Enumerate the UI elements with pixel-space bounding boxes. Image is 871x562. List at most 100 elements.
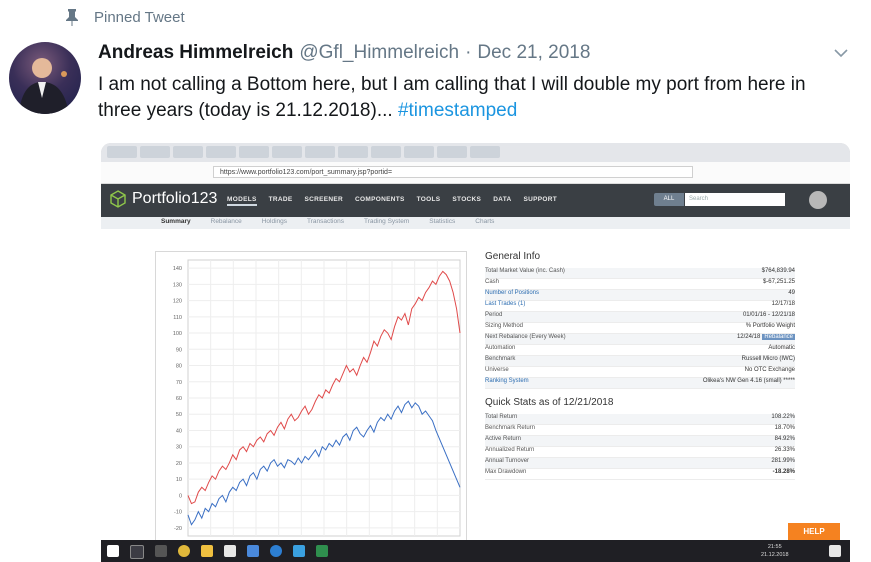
info-value: Russell Micro (IWC) [741,356,795,362]
y-tick-label: 80 [176,364,182,370]
info-key: Ranking System [485,378,529,384]
search-icon [130,545,144,559]
browser-tab [173,146,203,158]
info-row: Sizing Method % Portfolio Weight [485,323,795,334]
general-info-panel: General Info Total Market Value (inc. Ca… [485,249,795,480]
task-view-icon [155,545,167,557]
cube-icon [110,190,126,208]
system-clock: 21:55 21.12.2018 [761,543,789,559]
info-key: Last Trades (1) [485,301,526,307]
main-nav: MODELS TRADE SCREENER COMPONENTS TOOLS S… [227,196,557,206]
clock-date: 21.12.2018 [761,552,789,558]
info-key: Cash [485,279,500,285]
performance-chart-svg: 1401301201101009080706050403020100-10-20 [173,259,461,537]
nav-data: DATA [493,196,512,203]
subtab-summary: Summary [161,218,191,225]
clock-time: 21:55 [767,544,782,550]
y-tick-label: 130 [173,282,182,288]
pinned-label: Pinned Tweet [94,8,185,26]
info-key: Period [485,312,503,318]
attached-screenshot[interactable]: https://www.portfolio123.com/port_summar… [101,143,850,562]
info-value: No OTC Exchange [744,367,795,373]
performance-chart: 140 130 120 110 100 90 80 70 60 50 40 30 20 10 0 -10 -20 [155,251,467,543]
general-info-title: General Info [485,251,541,262]
info-value: % Portfolio Weight [745,323,795,329]
browser-tab [371,146,401,158]
app-name: Portfolio123 [132,190,218,207]
browser-tab [437,146,467,158]
tweet-header: Andreas Himmelreich @Gfl_Himmelreich · D… [98,42,590,64]
subtab-holdings: Holdings [261,218,287,225]
y-tick-label: 70 [176,380,182,386]
info-row: Period 01/01/16 - 12/21/18 [485,312,795,323]
browser-tab [470,146,500,158]
info-row: Universe No OTC Exchange [485,367,795,378]
stats-key: Total Return [485,414,518,420]
tweet-text: I am not calling a Bottom here, but I am… [98,72,828,124]
help-button: HELP [788,523,840,541]
tweet-date[interactable]: Dec 21, 2018 [477,42,590,64]
search-scope: ALL [654,193,684,206]
browser-tab [107,146,137,158]
y-tick-label: 0 [179,493,182,499]
nav-stocks: STOCKS [452,196,482,203]
stats-row: Total Return 108.22% [485,414,795,425]
y-tick-label: 90 [176,347,182,353]
info-value: $764,839.94 [761,268,795,274]
hashtag-link[interactable]: #timestamped [398,100,517,121]
info-row: Cash $-67,251.25 [485,279,795,290]
portfolio123-navbar: Portfolio123 MODELS TRADE SCREENER COMPO… [101,184,850,217]
excel-icon [316,545,328,557]
info-key: Automation [485,345,516,351]
stats-row: Annual Turnover 281.99% [485,458,795,469]
subtab-trading-system: Trading System [363,218,410,225]
info-key: Benchmark [485,356,516,362]
portfolio123-logo: Portfolio123 [109,190,217,208]
info-value: 49 [788,290,795,296]
info-row: Number of Positions 49 [485,290,795,301]
info-row: Ranking System Olikea's NW Gen 4.16 (smal… [485,378,795,389]
stats-row: Annualized Return 26.33% [485,447,795,458]
subtab-transactions: Transactions [307,218,344,225]
explorer-icon [201,545,213,557]
y-tick-label: 30 [176,445,182,451]
author-name[interactable]: Andreas Himmelreich [98,42,293,64]
y-tick-label: 120 [173,299,182,305]
stats-value: 281.99% [771,458,795,464]
browser-tab [239,146,269,158]
y-tick-label: 110 [173,315,182,321]
info-row: Next Rebalance (Every Week) 12/24/18 Rebal… [485,334,795,345]
browser-address-bar: https://www.portfolio123.com/port_summar… [101,162,850,184]
nav-trade: TRADE [268,196,293,203]
stats-key: Active Return [485,436,522,442]
stats-value: 84.92% [774,436,795,442]
store-icon [224,545,236,557]
chevron-down-icon[interactable] [831,46,851,60]
nav-models: MODELS [227,196,257,206]
browser-tab [305,146,335,158]
notification-icon [829,545,841,557]
stats-value: -18.28% [772,469,795,475]
chrome-icon [178,545,190,557]
url-field: https://www.portfolio123.com/port_summar… [213,166,693,178]
info-key: Number of Positions [485,290,540,296]
info-key: Universe [485,367,509,373]
stats-row: Max Drawdown -18.28% [485,469,795,480]
user-avatar-thumb [809,191,827,209]
info-key: Total Market Value (inc. Cash) [485,268,565,274]
quick-stats-title: Quick Stats as of 12/21/2018 [485,397,614,408]
y-tick-label: 20 [176,461,182,467]
browser-tab [206,146,236,158]
next-rebalance-date: 12/24/18 [736,334,761,340]
author-handle[interactable]: @Gfl_Himmelreich [299,42,459,64]
info-value: 01/01/16 - 12/21/18 [742,312,795,318]
edge-icon [270,545,282,557]
nav-components: COMPONENTS [355,196,405,203]
windows-start-icon [107,545,119,557]
info-row: Total Market Value (inc. Cash) $764,839.9… [485,268,795,279]
header-separator: · [465,42,472,63]
stats-key: Annualized Return [485,447,535,453]
stats-row: Active Return 84.92% [485,436,795,447]
avatar[interactable] [9,42,81,114]
info-key: Sizing Method [485,323,524,329]
